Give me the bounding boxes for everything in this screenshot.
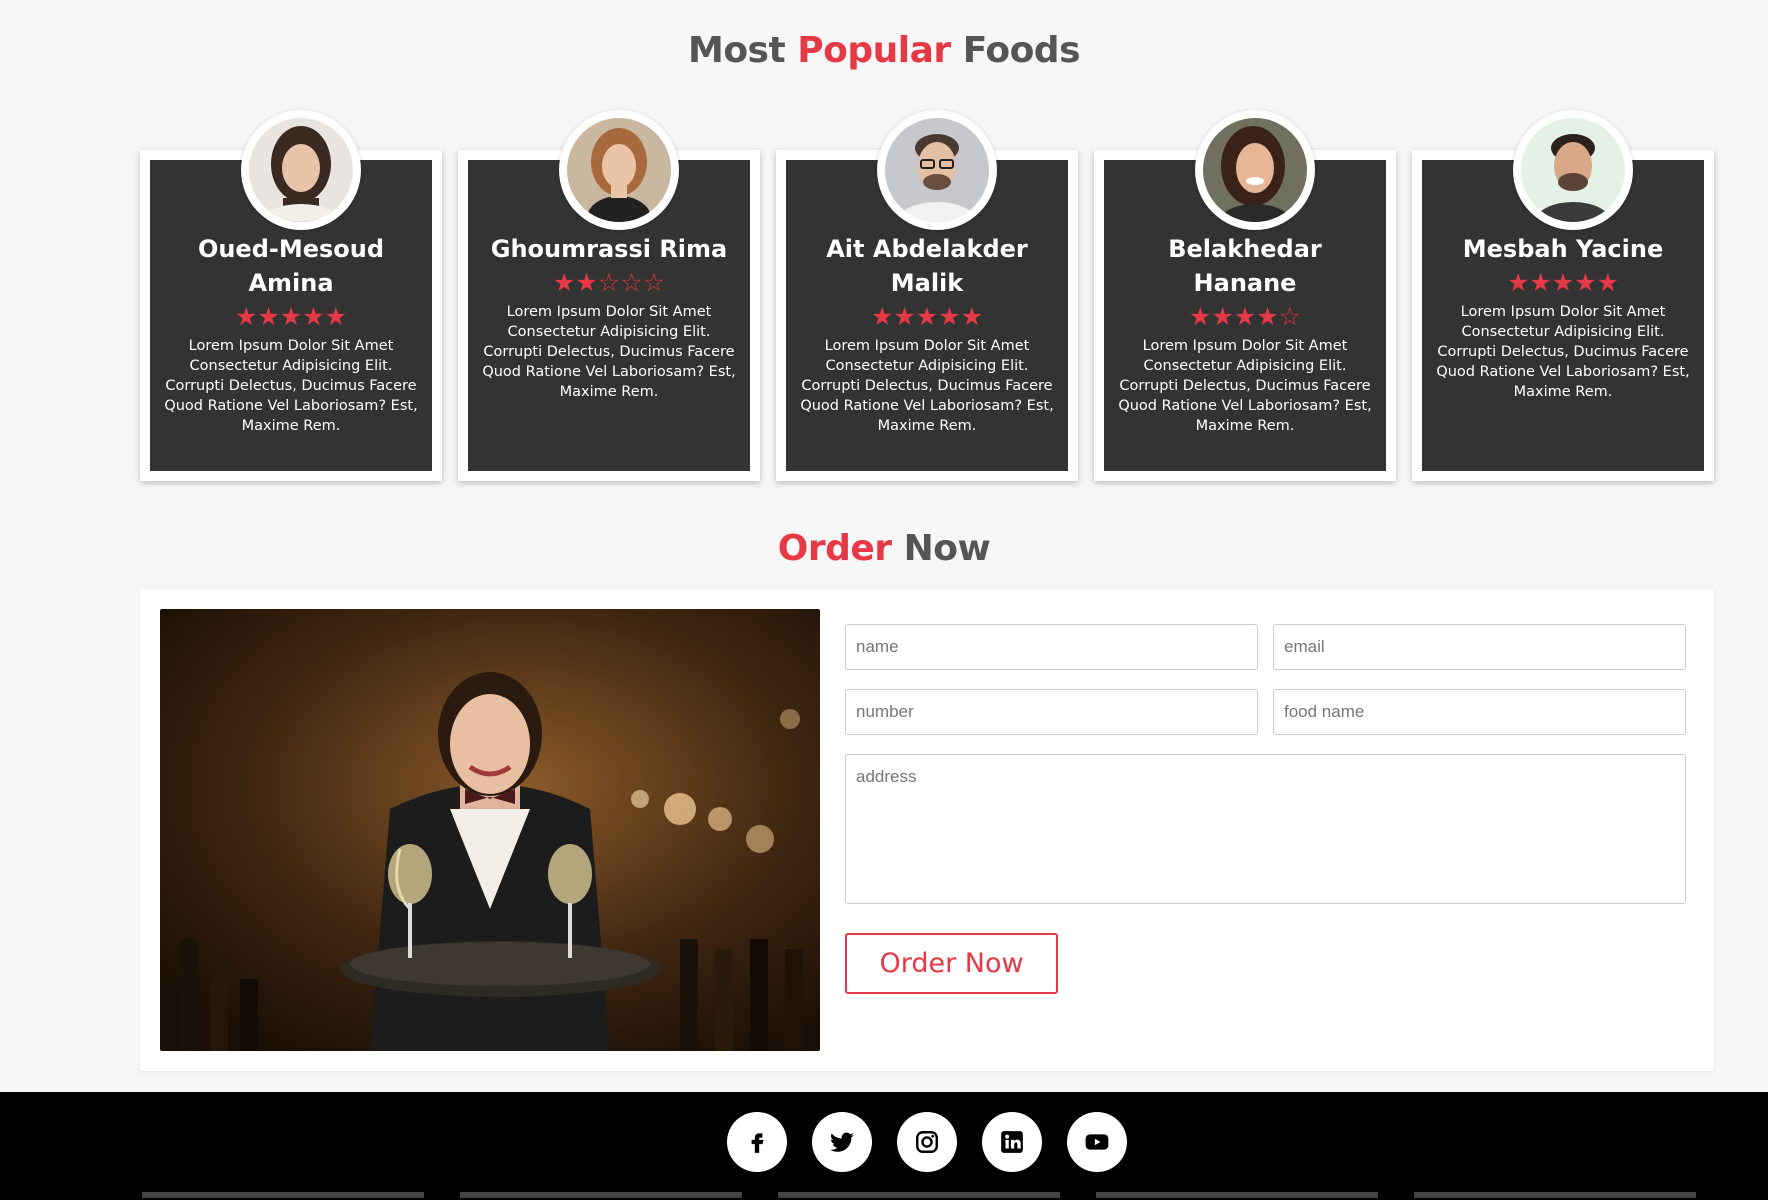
review-text: Lorem Ipsum Dolor Sit Amet Consectetur A… (482, 304, 736, 400)
reviewer-name: Oued-Mesoud Amina (197, 235, 385, 297)
review-text: Lorem Ipsum Dolor Sit Amet Consectetur A… (164, 338, 418, 434)
reviewer-name: Ghoumrassi Rima (490, 235, 728, 263)
star-rating: ★★★★★ (1506, 268, 1620, 297)
star-rating: ★★★★☆ (1188, 302, 1302, 331)
review-text: Lorem Ipsum Dolor Sit Amet Consectetur A… (1436, 304, 1690, 400)
review-text: Lorem Ipsum Dolor Sit Amet Consectetur A… (1118, 338, 1372, 434)
popular-foods-heading: Most Popular Foods (0, 30, 1768, 71)
footer (0, 1092, 1768, 1200)
star-rating: ★★☆☆☆ (552, 268, 666, 297)
review-card: Mesbah Yacine ★★★★★ Lorem Ipsum Dolor Si… (1412, 110, 1714, 481)
order-form-container: Order Now (140, 589, 1714, 1071)
star-rating: ★★★★★ (234, 302, 348, 331)
social-links (727, 1112, 1127, 1172)
avatar (1513, 110, 1633, 230)
review-card: Belakhedar Hanane ★★★★☆ Lorem Ipsum Dolo… (1094, 110, 1396, 481)
avatar (1195, 110, 1315, 230)
waitress-photo (160, 609, 820, 1051)
avatar (241, 110, 361, 230)
heading-accent-word: Popular (797, 30, 951, 71)
star-rating: ★★★★★ (870, 302, 984, 331)
youtube-icon[interactable] (1067, 1112, 1127, 1172)
address-textarea[interactable] (845, 754, 1686, 904)
reviewer-name: Belakhedar Hanane (1168, 235, 1322, 297)
heading-word: Most (688, 30, 786, 71)
food-name-input[interactable] (1273, 689, 1686, 735)
twitter-icon[interactable] (812, 1112, 872, 1172)
facebook-icon[interactable] (727, 1112, 787, 1172)
order-now-button[interactable]: Order Now (845, 933, 1058, 994)
linkedin-icon[interactable] (982, 1112, 1042, 1172)
review-card: Ait Abdelakder Malik ★★★★★ Lorem Ipsum D… (776, 110, 1078, 481)
review-card: Ghoumrassi Rima ★★☆☆☆ Lorem Ipsum Dolor … (458, 110, 760, 481)
heading-word: Now (903, 528, 991, 569)
avatar (877, 110, 997, 230)
heading-accent-word: Order (777, 528, 892, 569)
name-input[interactable] (845, 624, 1258, 670)
reviewer-name: Ait Abdelakder Malik (826, 235, 1028, 297)
reviewer-name: Mesbah Yacine (1462, 235, 1664, 263)
instagram-icon[interactable] (897, 1112, 957, 1172)
order-now-heading: Order Now (0, 528, 1768, 569)
heading-word: Foods (962, 30, 1081, 71)
email-input[interactable] (1273, 624, 1686, 670)
review-card: Oued-Mesoud Amina ★★★★★ Lorem Ipsum Dolo… (140, 110, 442, 481)
footer-divider-lines (0, 1192, 1768, 1200)
number-input[interactable] (845, 689, 1258, 735)
avatar (559, 110, 679, 230)
review-text: Lorem Ipsum Dolor Sit Amet Consectetur A… (800, 338, 1054, 434)
